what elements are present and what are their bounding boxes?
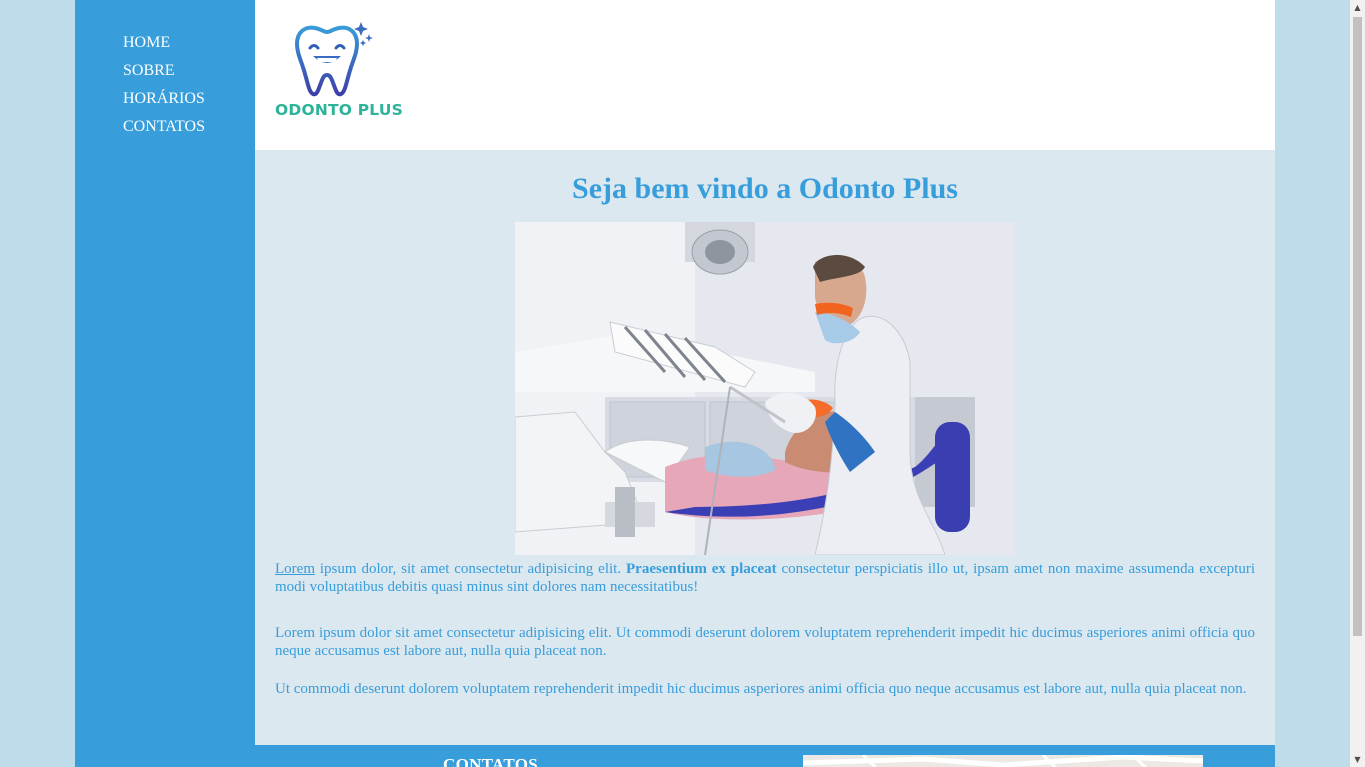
logo-text: ODONTO PLUS xyxy=(275,101,403,119)
sidebar: HOME SOBRE HORÁRIOS CONTATOS xyxy=(75,0,255,767)
nav-item-sobre: SOBRE xyxy=(123,60,205,88)
paragraph-1-text-a: ipsum dolor, sit amet consectetur adipis… xyxy=(314,561,626,577)
nav-link-sobre[interactable]: SOBRE xyxy=(123,62,175,79)
scrollbar-thumb[interactable] xyxy=(1353,17,1362,636)
main-nav: HOME SOBRE HORÁRIOS CONTATOS xyxy=(123,32,205,144)
paragraph-2: Lorem ipsum dolor sit amet consectetur a… xyxy=(275,625,1255,659)
nav-link-home[interactable]: HOME xyxy=(123,34,170,51)
nav-link-horarios[interactable]: HORÁRIOS xyxy=(123,90,205,107)
footer-contacts-title: CONTATOS xyxy=(443,755,538,767)
scroll-down-arrow-icon[interactable]: ▼ xyxy=(1350,752,1365,767)
nav-item-horarios: HORÁRIOS xyxy=(123,88,205,116)
main-content: Seja bem vindo a Odonto Plus Lorem ipsum… xyxy=(255,150,1275,745)
nav-link-contatos[interactable]: CONTATOS xyxy=(123,118,205,135)
header: ODONTO PLUS xyxy=(255,0,1275,150)
vertical-scrollbar[interactable]: ▲ ▼ xyxy=(1350,0,1365,767)
paragraph-1: Lorem ipsum dolor, sit amet consectetur … xyxy=(275,560,1255,596)
paragraph-1-bold: Praesentium ex placeat xyxy=(626,561,777,577)
page-container: HOME SOBRE HORÁRIOS CONTATOS ODONTO PLUS xyxy=(75,0,1275,767)
scroll-up-arrow-icon[interactable]: ▲ xyxy=(1350,0,1365,15)
paragraph-3: Ut commodi deserunt dolorem voluptatem r… xyxy=(275,681,1247,697)
nav-item-home: HOME xyxy=(123,32,205,60)
map-embed[interactable] xyxy=(803,755,1203,767)
dentist-treating-patient-photo xyxy=(515,222,1015,555)
lorem-link[interactable]: Lorem xyxy=(275,561,315,577)
page-title: Seja bem vindo a Odonto Plus xyxy=(572,172,958,205)
nav-item-contatos: CONTATOS xyxy=(123,116,205,144)
